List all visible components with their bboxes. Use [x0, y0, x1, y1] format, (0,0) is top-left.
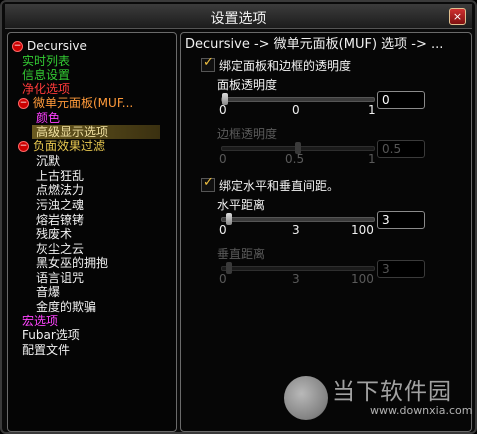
tree-item-debuff[interactable]: 音爆	[36, 285, 60, 299]
windows-logo-icon	[284, 376, 328, 420]
collapse-icon[interactable]: −	[12, 41, 23, 52]
tree-item-live-list[interactable]: 实时列表	[22, 54, 70, 68]
horizontal-spacing-slider[interactable]	[221, 213, 375, 225]
tree-item-profiles[interactable]: 配置文件	[22, 343, 70, 357]
horizontal-spacing-input[interactable]: 3	[377, 211, 425, 229]
slider-thumb[interactable]	[226, 213, 233, 225]
border-opacity-label: 边框透明度	[217, 127, 278, 141]
tree-item-decursive[interactable]: − Decursive	[12, 39, 87, 53]
slider-max-label: 1	[368, 152, 376, 166]
checkmark-icon: ✓	[203, 55, 214, 70]
tree-item-debuff[interactable]: 黑女巫的拥抱	[36, 256, 108, 270]
tree-item-debuff[interactable]: 残废术	[36, 227, 72, 241]
tree-item-macro-options[interactable]: 宏选项	[22, 314, 58, 328]
tree-item-debuff[interactable]: 污浊之魂	[36, 198, 84, 212]
close-button[interactable]: ×	[449, 8, 466, 25]
border-opacity-slider	[221, 142, 375, 154]
collapse-icon[interactable]: −	[18, 98, 29, 109]
vertical-spacing-label: 垂直距离	[217, 247, 266, 261]
watermark: 当下软件园 www.downxia.com	[284, 370, 472, 430]
bind-spacing-checkbox[interactable]: ✓	[201, 175, 215, 192]
tree-item-debuff[interactable]: 熔岩镣铐	[36, 213, 84, 227]
slider-mid-label: 3	[292, 223, 300, 237]
vertical-spacing-slider	[221, 262, 375, 274]
bind-opacity-label: 绑定面板和边框的透明度	[219, 59, 352, 73]
slider-min-label: 0	[219, 152, 227, 166]
checkmark-icon: ✓	[203, 175, 214, 190]
tree-item-debuff[interactable]: 语言诅咒	[36, 271, 84, 285]
watermark-url: www.downxia.com	[370, 404, 473, 417]
tree-item-debuff[interactable]: 金度的欺骗	[36, 300, 96, 314]
horizontal-spacing-label: 水平距离	[217, 198, 266, 212]
slider-thumb	[226, 262, 233, 274]
slider-max-label: 1	[368, 103, 376, 117]
border-opacity-input: 0.5	[377, 140, 425, 158]
panel-opacity-slider[interactable]	[221, 93, 375, 105]
title-bar[interactable]: 设置选项 ×	[5, 4, 472, 29]
tree-item-fubar-options[interactable]: Fubar选项	[22, 328, 80, 342]
slider-min-label: 0	[219, 103, 227, 117]
slider-mid-label: 0.5	[285, 152, 305, 166]
watermark-text: 当下软件园	[332, 379, 452, 405]
tree-item-debuff[interactable]: 点燃法力	[36, 183, 84, 197]
panel-opacity-input[interactable]: 0	[377, 91, 425, 109]
breadcrumb: Decursive -> 微单元面板(MUF) 选项 -> ...	[185, 37, 444, 52]
slider-max-label: 100	[351, 272, 374, 286]
tree-item-cure-options[interactable]: 净化选项	[22, 82, 70, 96]
slider-max-label: 100	[351, 223, 374, 237]
tree-item-debuff-filter[interactable]: − 负面效果过滤	[18, 139, 105, 153]
tree-item-micro-unit-frame[interactable]: − 微单元面板(MUF...	[18, 96, 133, 110]
vertical-spacing-input: 3	[377, 260, 425, 278]
slider-mid-label: 3	[292, 272, 300, 286]
tree-item-advanced-display[interactable]: 高级显示选项	[32, 125, 160, 139]
tree-item-colors[interactable]: 颜色	[36, 111, 60, 125]
slider-mid-label: 0	[292, 103, 300, 117]
window-title: 设置选项	[210, 11, 267, 27]
tree-item-debuff[interactable]: 灰尘之云	[36, 242, 84, 256]
slider-min-label: 0	[219, 272, 227, 286]
tree-item-message-settings[interactable]: 信息设置	[22, 68, 70, 82]
bind-spacing-label: 绑定水平和垂直间距。	[219, 179, 340, 193]
tree-item-debuff[interactable]: 上古狂乱	[36, 169, 84, 183]
options-tree: − Decursive 实时列表 信息设置 净化选项 − 微单元面板(MUF... …	[7, 32, 177, 432]
settings-window: 设置选项 × − Decursive 实时列表 信息设置 净化选项 − 微单元面板(…	[0, 0, 477, 434]
collapse-icon[interactable]: −	[18, 141, 29, 152]
panel-opacity-label: 面板透明度	[217, 78, 278, 92]
tree-item-debuff[interactable]: 沉默	[36, 154, 60, 168]
slider-min-label: 0	[219, 223, 227, 237]
bind-opacity-checkbox[interactable]: ✓	[201, 55, 215, 72]
